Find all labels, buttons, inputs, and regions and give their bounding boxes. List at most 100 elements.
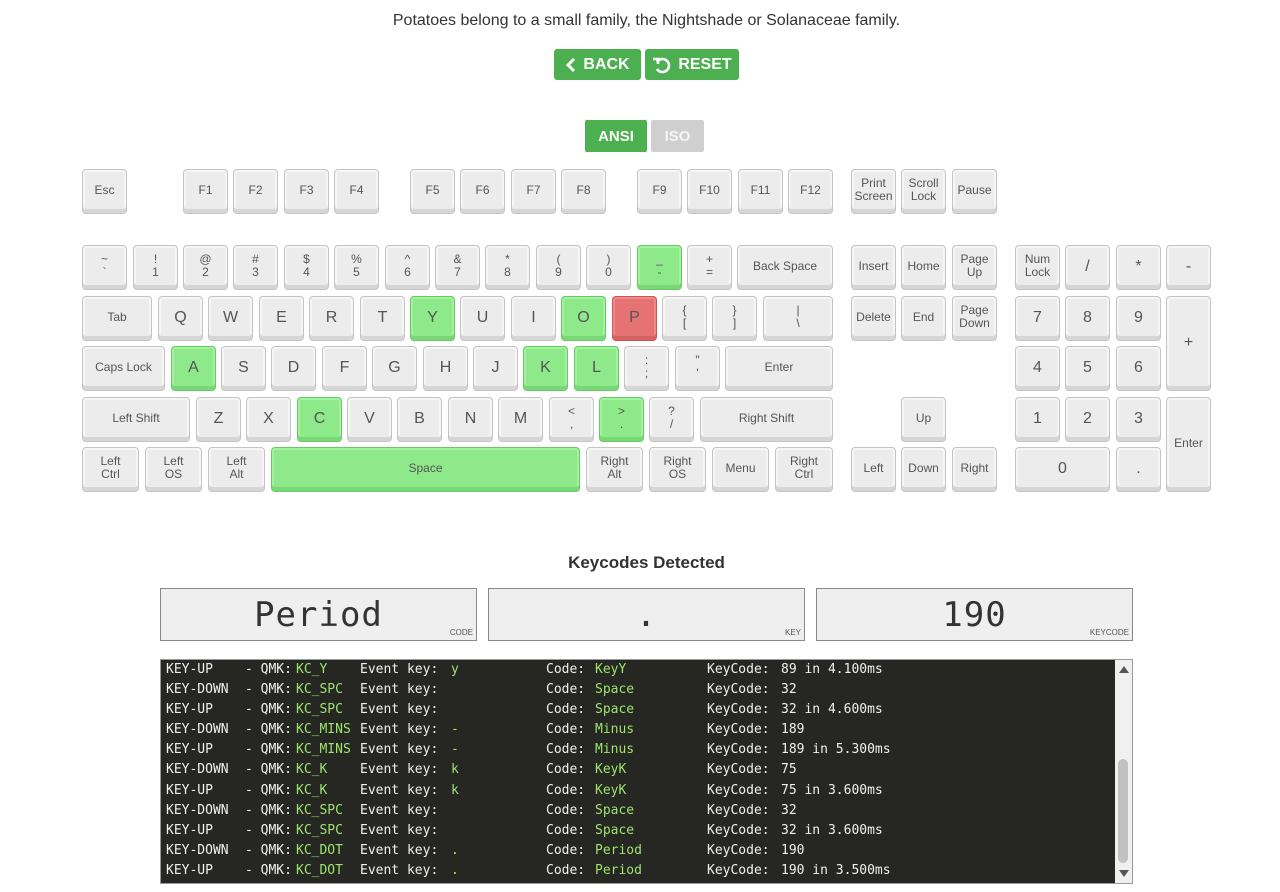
key-b[interactable]: B <box>397 397 442 442</box>
key-delete[interactable]: Delete <box>851 296 896 341</box>
key-y[interactable]: Y <box>410 296 455 341</box>
key-z[interactable]: Z <box>196 397 241 442</box>
key-quote[interactable]: " ' <box>675 346 720 391</box>
key-npdot[interactable]: . <box>1116 447 1161 492</box>
key-end[interactable]: End <box>901 296 946 341</box>
key-lshift[interactable]: Left Shift <box>82 397 190 442</box>
key-npadd[interactable]: + <box>1166 296 1211 391</box>
scroll-down-arrow-icon[interactable] <box>1119 870 1129 877</box>
key-f7[interactable]: F7 <box>511 169 556 214</box>
key-f6[interactable]: F6 <box>460 169 505 214</box>
key-space[interactable]: Space <box>271 447 580 492</box>
key-l[interactable]: L <box>574 346 619 391</box>
key-lbracket[interactable]: { [ <box>662 296 707 341</box>
key-equal[interactable]: + = <box>687 245 732 290</box>
key-pagedown[interactable]: Page Down <box>952 296 997 341</box>
key-f4[interactable]: F4 <box>334 169 379 214</box>
layout-ansi-button[interactable]: ANSI <box>585 120 647 152</box>
key-np1[interactable]: 1 <box>1015 397 1060 442</box>
key-enter[interactable]: Enter <box>725 346 833 391</box>
key-5[interactable]: % 5 <box>334 245 379 290</box>
key-0[interactable]: ) 0 <box>586 245 631 290</box>
key-d[interactable]: D <box>271 346 316 391</box>
key-printscreen[interactable]: Print Screen <box>851 169 896 214</box>
key-comma[interactable]: < , <box>549 397 594 442</box>
key-t[interactable]: T <box>360 296 405 341</box>
key-npdiv[interactable]: / <box>1065 245 1110 290</box>
key-p[interactable]: P <box>612 296 657 341</box>
key-x[interactable]: X <box>246 397 291 442</box>
key-f1[interactable]: F1 <box>183 169 228 214</box>
log-scrollbar[interactable] <box>1115 660 1132 883</box>
key-period[interactable]: > . <box>599 397 644 442</box>
key-ros[interactable]: Right OS <box>649 447 706 492</box>
key-r[interactable]: R <box>309 296 354 341</box>
key-rshift[interactable]: Right Shift <box>700 397 833 442</box>
key-pause[interactable]: Pause <box>952 169 997 214</box>
key-u[interactable]: U <box>460 296 505 341</box>
scroll-up-arrow-icon[interactable] <box>1119 666 1129 673</box>
key-k[interactable]: K <box>523 346 568 391</box>
key-f[interactable]: F <box>322 346 367 391</box>
key-6[interactable]: ^ 6 <box>385 245 430 290</box>
key-np4[interactable]: 4 <box>1015 346 1060 391</box>
key-9[interactable]: ( 9 <box>536 245 581 290</box>
key-s[interactable]: S <box>221 346 266 391</box>
key-lalt[interactable]: Left Alt <box>208 447 265 492</box>
key-minus[interactable]: _ - <box>637 245 682 290</box>
key-3[interactable]: # 3 <box>233 245 278 290</box>
key-up[interactable]: Up <box>901 397 946 442</box>
key-npmul[interactable]: * <box>1116 245 1161 290</box>
key-o[interactable]: O <box>561 296 606 341</box>
key-np5[interactable]: 5 <box>1065 346 1110 391</box>
key-c[interactable]: C <box>297 397 342 442</box>
key-left[interactable]: Left <box>851 447 896 492</box>
key-slash[interactable]: ? / <box>649 397 694 442</box>
key-v[interactable]: V <box>347 397 392 442</box>
key-insert[interactable]: Insert <box>851 245 896 290</box>
key-f3[interactable]: F3 <box>284 169 329 214</box>
key-backspace[interactable]: Back Space <box>737 245 833 290</box>
key-f8[interactable]: F8 <box>561 169 606 214</box>
key-h[interactable]: H <box>423 346 468 391</box>
key-e[interactable]: E <box>259 296 304 341</box>
key-f5[interactable]: F5 <box>410 169 455 214</box>
key-2[interactable]: @ 2 <box>183 245 228 290</box>
key-los[interactable]: Left OS <box>145 447 202 492</box>
layout-iso-button[interactable]: ISO <box>651 120 704 152</box>
key-right[interactable]: Right <box>952 447 997 492</box>
key-rctrl[interactable]: Right Ctrl <box>775 447 833 492</box>
key-menu[interactable]: Menu <box>712 447 769 492</box>
key-f11[interactable]: F11 <box>738 169 783 214</box>
reset-button[interactable]: RESET <box>645 49 739 80</box>
key-pageup[interactable]: Page Up <box>952 245 997 290</box>
key-np9[interactable]: 9 <box>1116 296 1161 341</box>
key-np7[interactable]: 7 <box>1015 296 1060 341</box>
key-np3[interactable]: 3 <box>1116 397 1161 442</box>
key-down[interactable]: Down <box>901 447 946 492</box>
key-home[interactable]: Home <box>901 245 946 290</box>
key-npsub[interactable]: - <box>1166 245 1211 290</box>
key-a[interactable]: A <box>171 346 216 391</box>
key-m[interactable]: M <box>498 397 543 442</box>
key-n[interactable]: N <box>448 397 493 442</box>
key-i[interactable]: I <box>511 296 556 341</box>
key-numlock[interactable]: Num Lock <box>1015 245 1060 290</box>
key-4[interactable]: $ 4 <box>284 245 329 290</box>
scroll-thumb[interactable] <box>1118 759 1128 863</box>
key-lctrl[interactable]: Left Ctrl <box>82 447 139 492</box>
event-log[interactable]: KEY-UP - QMK: KC_Y Event key: y Code: KeyY Key… <box>160 659 1133 884</box>
key-f9[interactable]: F9 <box>637 169 682 214</box>
key-ralt[interactable]: Right Alt <box>586 447 643 492</box>
key-np8[interactable]: 8 <box>1065 296 1110 341</box>
key-q[interactable]: Q <box>158 296 203 341</box>
key-1[interactable]: ! 1 <box>133 245 178 290</box>
key-esc[interactable]: Esc <box>82 169 127 214</box>
key-npenter[interactable]: Enter <box>1166 397 1211 492</box>
key-backslash[interactable]: | \ <box>763 296 833 341</box>
key-capslock[interactable]: Caps Lock <box>82 346 165 391</box>
key-f2[interactable]: F2 <box>233 169 278 214</box>
key-8[interactable]: * 8 <box>485 245 530 290</box>
key-7[interactable]: & 7 <box>435 245 480 290</box>
key-np0[interactable]: 0 <box>1015 447 1110 492</box>
